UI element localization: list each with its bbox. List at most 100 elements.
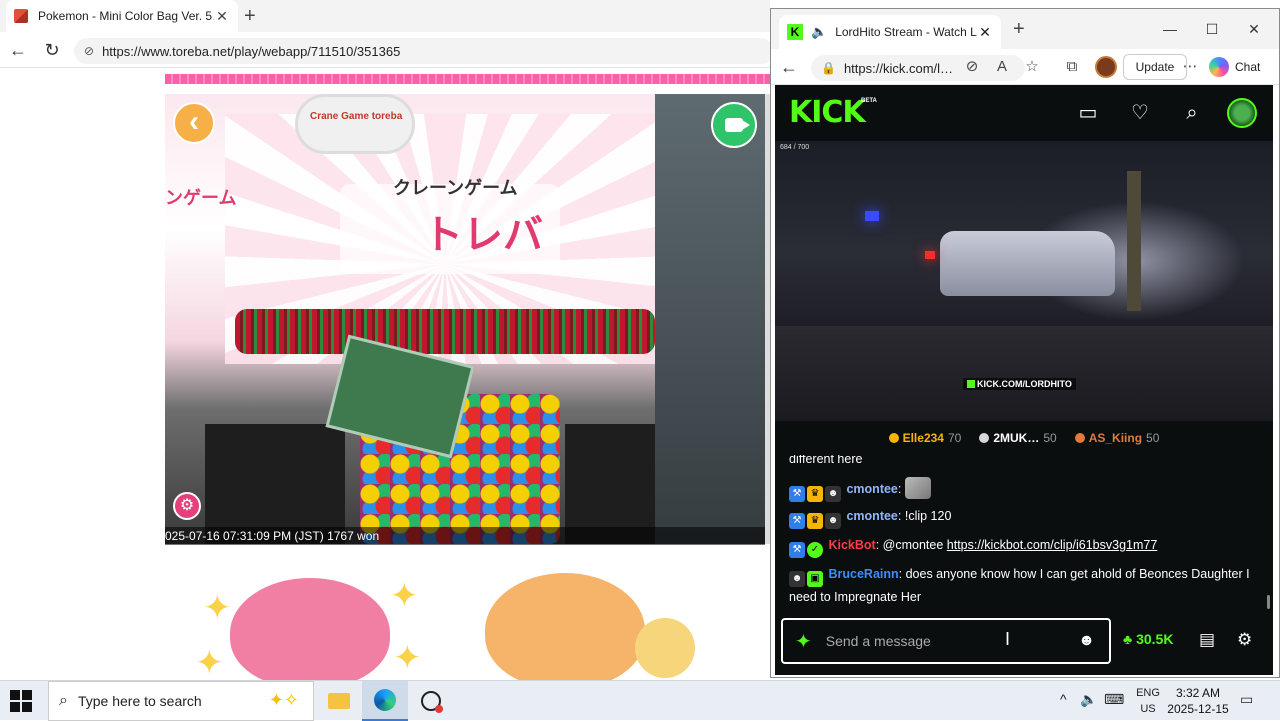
user-avatar[interactable] <box>1227 98 1257 128</box>
read-aloud-icon[interactable]: A <box>991 57 1013 77</box>
emote-icon <box>904 477 931 499</box>
left-address-bar: ← ↻ ⊘ https://www.toreba.net/play/webapp… <box>0 32 770 68</box>
sign-text-left: ンゲーム <box>165 188 237 209</box>
file-explorer-app[interactable] <box>316 681 362 721</box>
game-back-button[interactable]: ‹ <box>173 102 215 144</box>
profile-avatar[interactable] <box>1095 56 1117 78</box>
site-info-icon[interactable]: ⊘ <box>84 44 94 58</box>
text-cursor-icon: I <box>1005 629 1011 649</box>
camera-dark-edge <box>655 94 765 544</box>
new-tab-icon[interactable]: + <box>1013 19 1025 39</box>
gift-badge-icon: ▣ <box>807 571 823 587</box>
channel-points[interactable]: ♣ 30.5K <box>1123 631 1173 647</box>
game-settings-button[interactable]: ⚙ <box>173 492 201 520</box>
browse-icon[interactable]: ▭ <box>1075 101 1101 125</box>
url-field[interactable]: ⊘ https://www.toreba.net/play/webapp/711… <box>74 38 770 64</box>
update-button[interactable]: Update <box>1123 54 1187 80</box>
chat-username[interactable]: cmontee <box>846 482 897 496</box>
chat-username[interactable]: KickBot <box>828 538 875 552</box>
kick-browser-window: K 🔈 LordHito Stream - Watch Live ✕ + — ☐… <box>770 8 1280 678</box>
favorite-star-icon[interactable]: ☆ <box>1021 57 1043 77</box>
system-clock[interactable]: 3:32 AM 2025-12-15 <box>1166 685 1230 717</box>
lang-code: ENG <box>1136 687 1160 699</box>
chat-message: ☻ ▣ BruceRainn: does anyone know how I ca… <box>789 564 1259 607</box>
clock-time: 3:32 AM <box>1175 686 1221 700</box>
kick-mini-icon <box>967 380 975 388</box>
chat-username[interactable]: cmontee <box>846 509 897 523</box>
extensions-icon[interactable]: ⧉ <box>1061 57 1083 77</box>
volume-icon[interactable]: 🔈 <box>1080 691 1097 708</box>
leaderboard-name: 2MUK… <box>993 431 1040 445</box>
store-icon[interactable]: ▤ <box>1199 630 1215 650</box>
leaderboard-item[interactable]: AS_Kiing 50 <box>1074 431 1159 445</box>
start-windows-icon[interactable] <box>10 690 32 712</box>
notifications-icon[interactable]: ▭ <box>1240 691 1253 708</box>
lock-icon[interactable]: 🔒 <box>821 61 836 75</box>
minimize-icon[interactable]: — <box>1155 19 1185 39</box>
search-icon: ⌕ <box>59 692 68 709</box>
new-tab-icon[interactable]: + <box>244 6 256 26</box>
tab-toreba[interactable]: Pokemon - Mini Color Bag Ver. 5… ✕ <box>6 0 238 32</box>
tracking-prevention-icon[interactable]: ⊘ <box>961 57 983 77</box>
toreba-browser-window: Pokemon - Mini Color Bag Ver. 5… ✕ + ← ↻… <box>0 0 770 680</box>
speaker-icon[interactable]: 🔈 <box>811 24 827 40</box>
subscriber-badge-icon: ☻ <box>825 513 841 529</box>
show-hidden-icons-icon[interactable]: ^ <box>1060 691 1067 707</box>
close-tab-icon[interactable]: ✕ <box>977 24 993 41</box>
chat-scrollbar[interactable] <box>1267 595 1270 609</box>
copilot-chat-button[interactable]: Chat <box>1209 54 1275 80</box>
road <box>775 326 1273 421</box>
chat-settings-gear-icon[interactable]: ⚙ <box>1237 630 1252 650</box>
windows-taskbar: ⌕ Type here to search ✦✧ ^ 🔈 ⌨ ENG US 3:… <box>0 680 1280 721</box>
points-icon: ♣ <box>1123 631 1137 647</box>
chat-input-box[interactable]: ✦ I ☻ <box>781 618 1111 664</box>
video-camera-icon <box>725 118 750 132</box>
search-icon[interactable]: ⌕ <box>1179 101 1205 125</box>
chat-username[interactable]: BruceRainn <box>828 567 898 581</box>
more-options-icon[interactable]: ⋯ <box>1179 57 1201 77</box>
input-language[interactable]: ENG US <box>1135 685 1161 717</box>
gifter-leaderboard: Elle234 70 2MUK… 50 AS_Kiing 50 <box>775 421 1273 455</box>
close-tab-icon[interactable]: ✕ <box>214 8 230 25</box>
leaderboard-name: Elle234 <box>902 431 944 445</box>
clock-date: 2025-12-15 <box>1167 702 1229 716</box>
message-input[interactable] <box>825 633 1066 649</box>
leaderboard-item[interactable]: 2MUK… 50 <box>979 431 1057 445</box>
kick-logo[interactable]: KICK <box>789 95 866 130</box>
taskbar-search-box[interactable]: ⌕ Type here to search ✦✧ <box>48 681 314 721</box>
crown-badge-icon: ♛ <box>807 513 823 529</box>
left-tab-strip: Pokemon - Mini Color Bag Ver. 5… ✕ + <box>0 0 770 32</box>
reload-icon[interactable]: ↻ <box>42 40 62 60</box>
subscriber-badge-icon: ☻ <box>825 486 841 502</box>
maximize-icon[interactable]: ☐ <box>1197 19 1227 39</box>
edge-app[interactable] <box>362 681 408 721</box>
message-text: @cmontee <box>879 538 947 552</box>
tab-kick[interactable]: K 🔈 LordHito Stream - Watch Live ✕ <box>779 15 1001 49</box>
back-arrow-icon[interactable]: ← <box>8 40 28 60</box>
emoji-icon[interactable]: ☻ <box>1078 632 1095 650</box>
orange-cat-illustration <box>485 573 645 680</box>
kick-page: KICK BETA ▭ ♡ ⌕ 684 / 700 KICK.COM/LORDH… <box>775 85 1273 675</box>
crane-camera-feed: クレーンゲーム トレバ ンゲーム Crane Game toreba <box>165 94 765 544</box>
recording-app[interactable] <box>408 681 454 721</box>
url-text: https://kick.com/l… <box>843 60 954 76</box>
stream-video[interactable]: 684 / 700 KICK.COM/LORDHITO <box>775 141 1273 421</box>
following-heart-icon[interactable]: ♡ <box>1127 101 1153 125</box>
keyboard-icon[interactable]: ⌨ <box>1104 691 1124 708</box>
leaderboard-count: 50 <box>1043 431 1057 445</box>
leaderboard-item[interactable]: Elle234 70 <box>888 431 961 445</box>
camera-timestamp: 025-07-16 07:31:09 PM (JST) 1767 won <box>165 527 765 545</box>
police-light-blue <box>865 211 879 221</box>
clip-link[interactable]: https://kickbot.com/clip/i61bsv3g1m77 <box>947 538 1158 552</box>
moderator-badge-icon: ⚒ <box>789 513 805 529</box>
back-arrow-icon[interactable]: ← <box>779 57 799 77</box>
verified-bot-badge-icon: ✓ <box>807 542 823 558</box>
points-value: 30.5K <box>1136 631 1174 647</box>
star-icon: ✦ <box>390 577 419 615</box>
folder-icon <box>328 693 350 709</box>
pink-decor-strip <box>165 74 770 84</box>
switch-camera-button[interactable] <box>711 102 757 148</box>
close-window-icon[interactable]: ✕ <box>1239 19 1269 39</box>
sparkle-icon[interactable]: ✦ <box>795 629 812 654</box>
sign-text-main: トレバ <box>423 212 543 258</box>
